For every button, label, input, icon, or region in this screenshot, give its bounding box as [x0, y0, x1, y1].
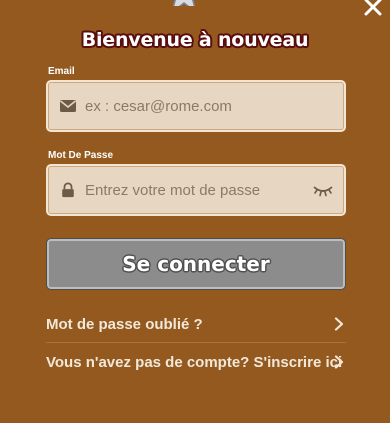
login-button[interactable]: Se connecter [46, 238, 346, 290]
signup-label: Vous n'avez pas de compte? S'inscrire ic… [46, 353, 343, 371]
chevron-right-icon [334, 317, 344, 331]
password-input[interactable] [85, 166, 305, 214]
email-input[interactable] [85, 82, 305, 130]
password-label: Mot De Passe [48, 150, 114, 161]
forgot-password-link[interactable]: Mot de passe oublié ? [46, 306, 346, 342]
email-label: Email [48, 66, 75, 77]
eye-closed-icon[interactable] [312, 183, 334, 197]
envelope-icon [60, 100, 76, 112]
divider [46, 342, 346, 343]
chevron-right-icon [334, 355, 344, 369]
lock-icon [62, 182, 74, 198]
signup-link[interactable]: Vous n'avez pas de compte? S'inscrire ic… [46, 344, 346, 380]
password-field-container[interactable] [46, 164, 346, 216]
forgot-password-label: Mot de passe oublié ? [46, 315, 203, 333]
page-title: Bienvenue à nouveau [81, 29, 309, 51]
email-field-container[interactable] [46, 80, 346, 132]
star-icon [172, 0, 196, 6]
close-icon[interactable] [362, 0, 384, 18]
